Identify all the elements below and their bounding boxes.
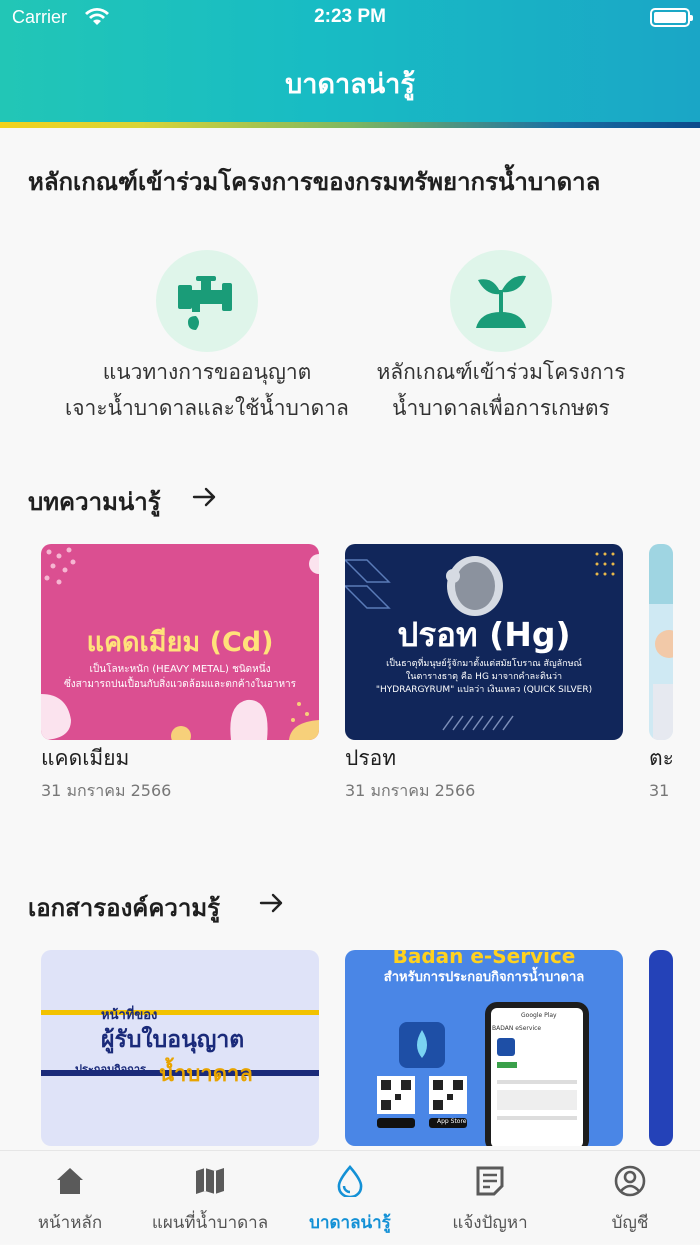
article-date: 31 ม xyxy=(649,781,673,800)
document-image-text: App Store xyxy=(437,1118,467,1125)
criteria-section-title: หลักเกณฑ์เข้าร่วมโครงการของกรมทรัพยากรน้… xyxy=(28,168,601,196)
article-date: 31 มกราคม 2566 xyxy=(41,781,172,800)
document-card-image[interactable]: Badan e-Service สำหรับการประกอบกิจการน้ำ… xyxy=(345,950,623,1146)
feature-permit-guideline[interactable]: แนวทางการขออนุญาต เจาะน้ำบาดาลและใช้น้ำบ… xyxy=(57,250,357,426)
document-image-text: Google Play xyxy=(521,1012,557,1019)
water-drop-icon xyxy=(337,1165,363,1197)
page-title: บาดาลน่ารู้ xyxy=(285,69,415,100)
article-date: 31 มกราคม 2566 xyxy=(345,781,476,800)
article-title[interactable]: ตะ xyxy=(649,742,673,775)
tab-label: บาดาลน่ารู้ xyxy=(309,1213,391,1233)
feature-label-line2: เจาะน้ำบาดาลและใช้น้ำบาดาล xyxy=(65,396,349,420)
home-icon xyxy=(57,1168,83,1194)
status-time: 2:23 PM xyxy=(314,6,386,27)
feature-label-line1: หลักเกณฑ์เข้าร่วมโครงการ xyxy=(376,360,626,384)
map-icon xyxy=(196,1168,224,1194)
tab-home[interactable]: หน้าหลัก xyxy=(0,1151,140,1245)
header-accent-bar xyxy=(0,122,700,128)
faucet-icon xyxy=(156,250,258,352)
battery-icon xyxy=(650,8,693,27)
articles-section-title[interactable]: บทความน่ารู้ xyxy=(28,482,161,521)
article-title[interactable]: ปรอท xyxy=(345,742,396,775)
article-card-image[interactable]: แคดเมียม (Cd) เป็นโลหะหนัก (HEAVY METAL)… xyxy=(41,544,319,740)
article-card-image[interactable] xyxy=(649,544,673,740)
article-image-text: เป็นธาตุที่มนุษย์รู้จักมาตั้งแต่สมัยโบรา… xyxy=(386,659,582,669)
article-image-text: "HYDRARGYRUM" แปลว่า เงินเหลว (QUICK SIL… xyxy=(375,685,593,695)
account-icon xyxy=(614,1165,646,1197)
document-image-text: ประกอบกิจการ xyxy=(75,1063,146,1076)
document-image-text: น้ำบาดาล xyxy=(159,1062,253,1087)
feature-label-line1: แนวทางการขออนุญาต xyxy=(102,360,312,384)
document-card-image[interactable]: หน้าที่ของ ผู้รับใบอนุญาต ประกอบกิจการ น… xyxy=(41,950,319,1146)
article-image-text: เป็นโลหะหนัก (HEAVY METAL) ชนิดหนึ่ง xyxy=(89,664,271,675)
tab-report[interactable]: แจ้งปัญหา xyxy=(420,1151,560,1245)
feature-agriculture-criteria[interactable]: หลักเกณฑ์เข้าร่วมโครงการ น้ำบาดาลเพื่อกา… xyxy=(351,250,651,426)
article-title[interactable]: แคดเมียม xyxy=(41,742,129,775)
tab-map[interactable]: แผนที่น้ำบาดาล xyxy=(140,1151,280,1245)
article-image-text: ซึ่งสามารถปนเปื้อนกับสิ่งแวดล้อมและตกค้า… xyxy=(63,679,297,690)
document-image-text: ผู้รับใบอนุญาต xyxy=(101,1027,245,1053)
document-image-text: BADAN eService xyxy=(492,1025,542,1032)
tab-label: แผนที่น้ำบาดาล xyxy=(151,1213,269,1233)
feature-label-line2: น้ำบาดาลเพื่อการเกษตร xyxy=(392,396,610,420)
documents-arrow-icon[interactable] xyxy=(259,893,285,913)
article-card-image[interactable]: ปรอท (Hg) เป็นธาตุที่มนุษย์รู้จักมาตั้งแ… xyxy=(345,544,623,740)
tab-bar: หน้าหลัก แผนที่น้ำบาดาล บาดาลน่ารู้ แจ้ง… xyxy=(0,1150,700,1244)
sprout-icon xyxy=(450,250,552,352)
tab-label: หน้าหลัก xyxy=(37,1213,103,1233)
tab-label: บัญชี xyxy=(611,1213,649,1233)
tab-label: แจ้งปัญหา xyxy=(452,1213,528,1233)
article-image-heading: แคดเมียม (Cd) xyxy=(86,627,274,658)
document-card-image[interactable] xyxy=(649,950,673,1146)
document-image-text: สำหรับการประกอบกิจการน้ำบาดาล xyxy=(383,970,585,985)
tab-account[interactable]: บัญชี xyxy=(560,1151,700,1245)
app-header: Carrier 2:23 PM บาดาลน่ารู้ xyxy=(0,0,700,128)
report-icon xyxy=(476,1166,504,1196)
tab-knowledge[interactable]: บาดาลน่ารู้ xyxy=(280,1151,420,1245)
article-image-text: ในตารางธาตุ คือ HG มาจากคำละตินว่า xyxy=(405,672,563,682)
documents-section-title[interactable]: เอกสารองค์ความรู้ xyxy=(28,888,220,927)
articles-arrow-icon[interactable] xyxy=(192,487,218,507)
article-image-heading: ปรอท (Hg) xyxy=(397,615,571,654)
status-bar: Carrier 2:23 PM xyxy=(0,0,700,36)
